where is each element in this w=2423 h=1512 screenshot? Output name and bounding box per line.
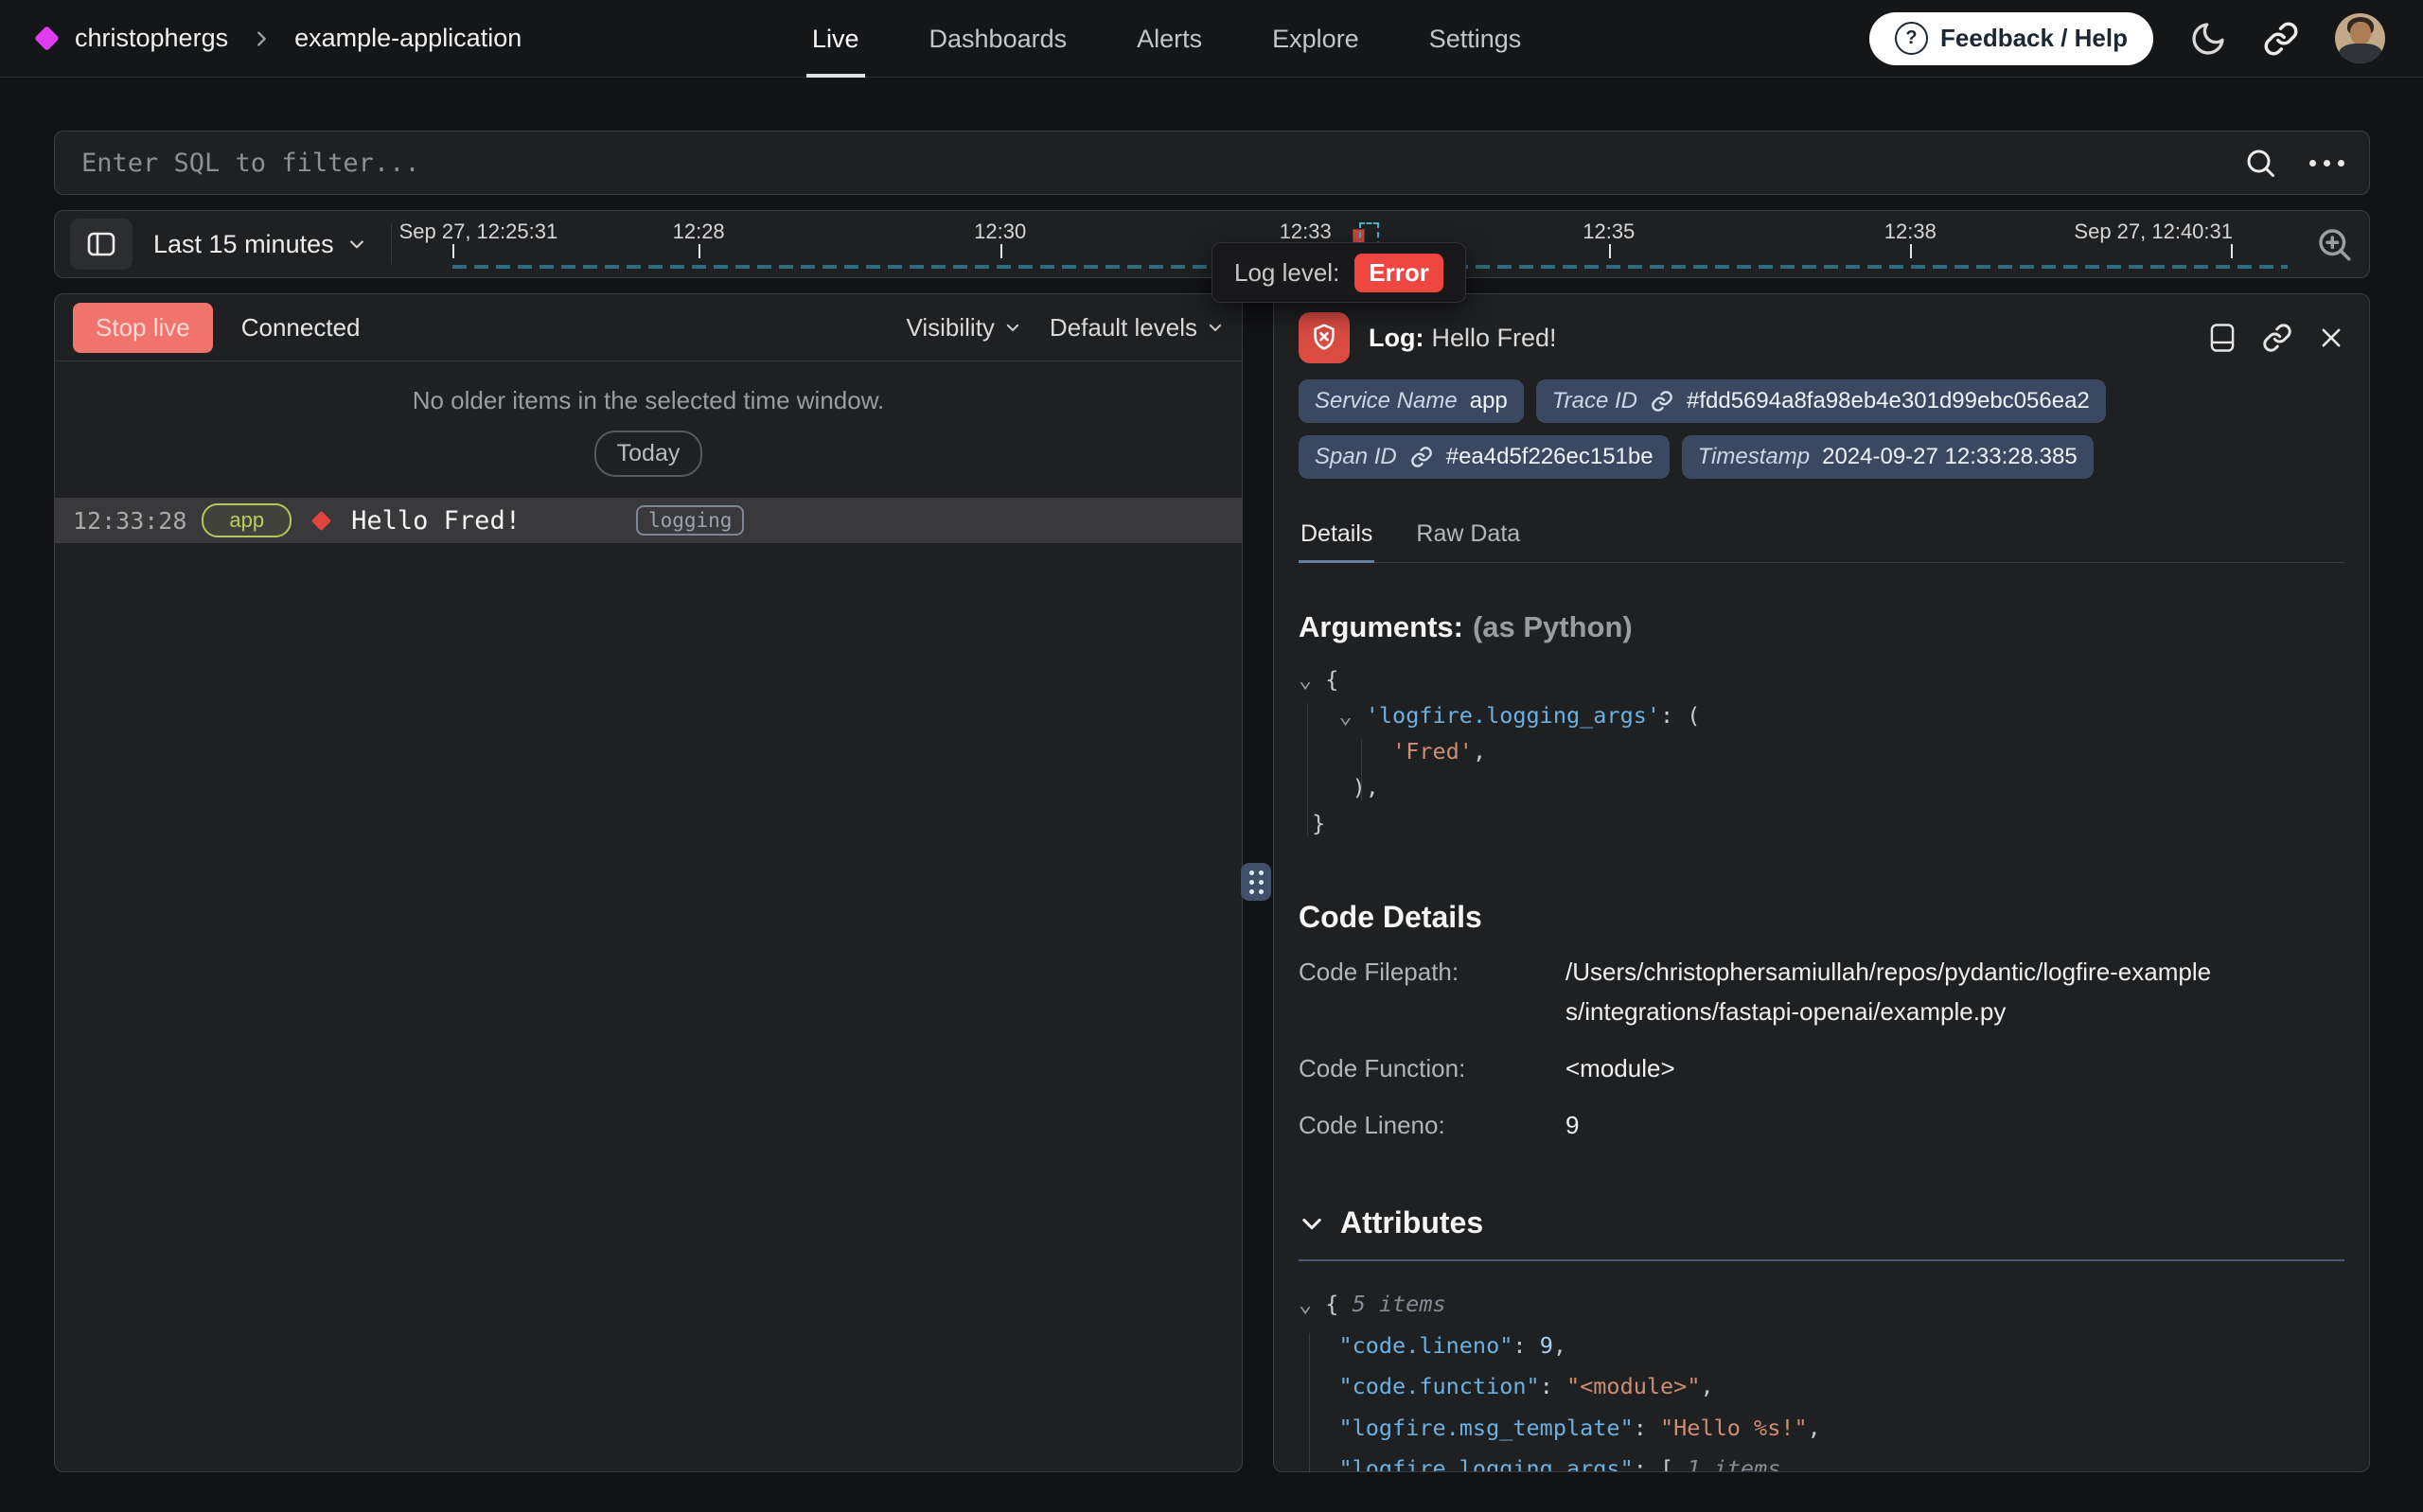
sql-filter-bar bbox=[54, 131, 2370, 195]
code-line: } bbox=[1299, 805, 2344, 841]
detail-title-label: Log: bbox=[1369, 324, 1424, 352]
timeline-tick: 12:28 bbox=[673, 220, 725, 244]
log-timestamp: 12:33:28 bbox=[73, 507, 186, 535]
code-function-row: Code Function: <module> bbox=[1299, 1048, 2344, 1088]
log-message: Hello Fred! bbox=[351, 506, 521, 536]
theme-toggle-moon-icon[interactable] bbox=[2189, 20, 2227, 58]
panel-resize-handle[interactable] bbox=[1241, 863, 1271, 901]
feedback-help-label: Feedback / Help bbox=[1940, 24, 2128, 53]
visibility-dropdown[interactable]: Visibility bbox=[906, 313, 1020, 343]
link-icon bbox=[1409, 445, 1434, 469]
detail-tabs: Details Raw Data bbox=[1299, 515, 2344, 563]
share-link-icon[interactable] bbox=[2263, 21, 2299, 57]
timestamp-badge: Timestamp 2024-09-27 12:33:28.385 bbox=[1682, 435, 2094, 479]
chevron-down-icon bbox=[1299, 1210, 1325, 1237]
zoom-in-icon[interactable] bbox=[2314, 224, 2354, 264]
project-name[interactable]: example-application bbox=[294, 24, 522, 53]
indent-guide bbox=[1307, 703, 1308, 835]
timeline-start-label: Sep 27, 12:25:31 bbox=[399, 220, 558, 244]
live-logs-panel: Stop live Connected Visibility Default l… bbox=[54, 293, 1243, 1472]
timeline-tick: 12:33 bbox=[1280, 220, 1332, 244]
timeline-tick: 12:38 bbox=[1884, 220, 1937, 244]
dock-panel-icon[interactable] bbox=[2208, 323, 2237, 353]
code-line: 'Fred', bbox=[1299, 733, 2344, 769]
org-name[interactable]: christophergs bbox=[75, 24, 228, 53]
tab-live[interactable]: Live bbox=[812, 0, 859, 78]
empty-window-message: No older items in the selected time wind… bbox=[55, 386, 1242, 415]
log-level-tooltip: Log level: Error bbox=[1212, 242, 1466, 303]
tab-dashboards[interactable]: Dashboards bbox=[929, 0, 1068, 78]
logfire-logo-icon[interactable] bbox=[34, 26, 60, 51]
attributes-divider bbox=[1299, 1259, 2344, 1261]
time-range-selector[interactable]: Last 15 minutes bbox=[153, 230, 366, 259]
logfire-app: christophergs example-application Live D… bbox=[0, 0, 2423, 1512]
detail-title-text: Hello Fred! bbox=[1431, 324, 1556, 352]
user-avatar[interactable] bbox=[2335, 13, 2385, 63]
indent-guide bbox=[1309, 1333, 1310, 1472]
timeline-end-label: Sep 27, 12:40:31 bbox=[2074, 220, 2233, 244]
live-panel-header: Stop live Connected Visibility Default l… bbox=[55, 294, 1242, 361]
arguments-code-block[interactable]: ⌄ { ⌄ 'logfire.logging_args': ( 'Fred', … bbox=[1299, 661, 2344, 841]
close-icon[interactable] bbox=[2318, 325, 2344, 351]
top-nav: christophergs example-application Live D… bbox=[0, 0, 2423, 78]
timeline-tick: 12:35 bbox=[1583, 220, 1635, 244]
link-icon bbox=[1650, 389, 1674, 413]
code-lineno-row: Code Lineno: 9 bbox=[1299, 1105, 2344, 1145]
attributes-code-block[interactable]: ⌄ { 5 items "code.lineno": 9, "code.func… bbox=[1299, 1284, 2344, 1472]
error-shield-icon bbox=[1299, 312, 1350, 363]
tab-explore[interactable]: Explore bbox=[1272, 0, 1359, 78]
chevron-down-icon bbox=[1207, 319, 1224, 336]
copy-link-icon[interactable] bbox=[2262, 323, 2292, 353]
tab-settings[interactable]: Settings bbox=[1429, 0, 1522, 78]
code-details-heading: Code Details bbox=[1299, 900, 2344, 935]
detail-badges: Service Name app Trace ID #fdd5694a8fa98… bbox=[1299, 379, 2150, 479]
error-level-badge: Error bbox=[1354, 254, 1443, 292]
service-badge[interactable]: app bbox=[202, 503, 292, 537]
divider bbox=[391, 224, 392, 264]
arguments-heading: Arguments:(as Python) bbox=[1299, 610, 2344, 644]
connection-status: Connected bbox=[241, 313, 361, 343]
code-line: "logfire.msg_template": "Hello %s!", bbox=[1299, 1408, 2344, 1450]
today-button[interactable]: Today bbox=[594, 431, 703, 477]
detail-title: Log:Hello Fred! bbox=[1369, 324, 1557, 353]
logging-tag[interactable]: logging bbox=[636, 505, 745, 536]
breadcrumb: christophergs example-application bbox=[38, 24, 522, 53]
code-line: ⌄ 'logfire.logging_args': ( bbox=[1299, 697, 2344, 733]
nav-right-controls: ? Feedback / Help bbox=[1869, 12, 2385, 65]
code-line: ⌄ { bbox=[1299, 661, 2344, 697]
error-diamond-icon bbox=[311, 510, 331, 530]
code-line: "code.function": "<module>", bbox=[1299, 1366, 2344, 1408]
code-line: ), bbox=[1299, 769, 2344, 805]
sql-filter-input[interactable] bbox=[80, 148, 2243, 179]
question-circle-icon: ? bbox=[1895, 22, 1928, 55]
service-name-badge: Service Name app bbox=[1299, 379, 1524, 423]
feedback-help-button[interactable]: ? Feedback / Help bbox=[1869, 12, 2153, 65]
timeline-tick: 12:30 bbox=[974, 220, 1026, 244]
code-line: ⌄"logfire.logging_args": [ 1 items bbox=[1299, 1449, 2344, 1472]
chevron-down-icon bbox=[1004, 319, 1021, 336]
tooltip-label: Log level: bbox=[1234, 258, 1339, 288]
more-options-icon[interactable] bbox=[2309, 160, 2344, 167]
tab-alerts[interactable]: Alerts bbox=[1137, 0, 1202, 78]
time-range-label: Last 15 minutes bbox=[153, 230, 334, 259]
span-id-badge[interactable]: Span ID #ea4d5f226ec151be bbox=[1299, 435, 1670, 479]
chevron-down-icon bbox=[347, 235, 366, 254]
detail-header: Log:Hello Fred! bbox=[1299, 302, 2344, 374]
log-row-selected[interactable]: 12:33:28 app Hello Fred! logging bbox=[55, 498, 1242, 543]
sidebar-toggle-icon[interactable] bbox=[70, 219, 133, 270]
code-line: ⌄ { 5 items bbox=[1299, 1284, 2344, 1326]
attributes-heading[interactable]: Attributes bbox=[1299, 1205, 2344, 1240]
indent-guide bbox=[1361, 739, 1362, 801]
tab-raw-data[interactable]: Raw Data bbox=[1414, 515, 1522, 562]
code-line: "code.lineno": 9, bbox=[1299, 1326, 2344, 1367]
log-detail-panel: Log:Hello Fred! Service Name app Tra bbox=[1273, 293, 2370, 1472]
chevron-right-icon bbox=[251, 28, 272, 49]
tab-details[interactable]: Details bbox=[1299, 515, 1374, 562]
search-icon[interactable] bbox=[2243, 146, 2277, 180]
code-filepath-row: Code Filepath: /Users/christophersamiull… bbox=[1299, 952, 2344, 1031]
default-levels-dropdown[interactable]: Default levels bbox=[1050, 313, 1224, 343]
stop-live-button[interactable]: Stop live bbox=[73, 303, 213, 353]
trace-id-badge[interactable]: Trace ID #fdd5694a8fa98eb4e301d99ebc056e… bbox=[1536, 379, 2106, 423]
nav-tabs: Live Dashboards Alerts Explore Settings bbox=[812, 0, 1521, 78]
